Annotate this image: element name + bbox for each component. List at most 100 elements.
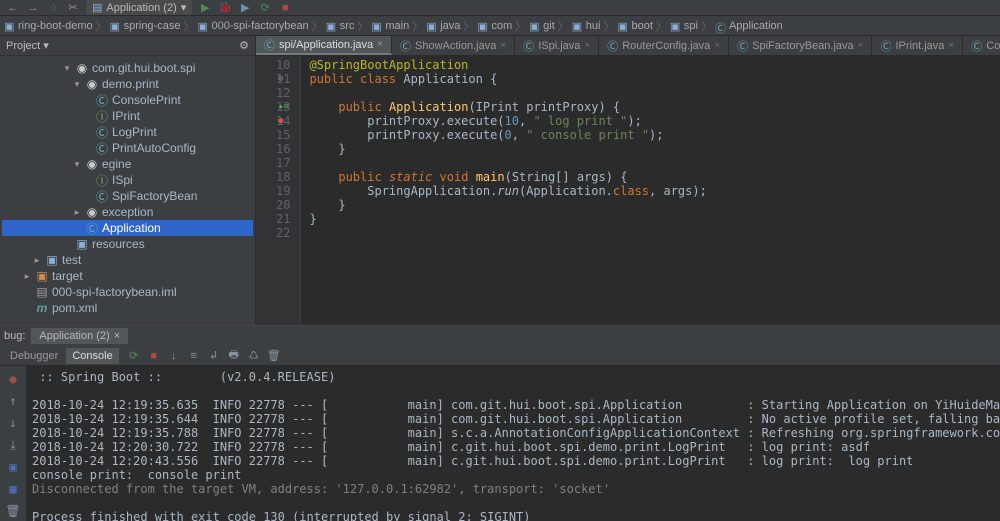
wrap-icon[interactable]: ↲ (207, 349, 221, 363)
bp-icon[interactable]: ● (6, 372, 20, 386)
gutter[interactable]: 1011⊖1213★⊙14●1516171819202122 (256, 56, 301, 325)
line-number[interactable]: 14● (276, 114, 290, 128)
close-icon[interactable]: × (584, 40, 590, 51)
stop-icon[interactable]: ■ (278, 1, 292, 15)
scr-icon[interactable]: ⤓ (6, 438, 20, 452)
debug-run-tab[interactable]: Application (2) × (31, 328, 128, 344)
expand-arrow-icon[interactable]: ▾ (72, 79, 82, 90)
debug-sub-tab[interactable]: Debugger (4, 348, 64, 364)
line-number[interactable]: 10 (276, 58, 290, 72)
breadcrumb-item[interactable]: ▣000-spi-factorybean (197, 20, 308, 32)
tree-row[interactable]: ▾◉com.git.hui.boot.spi (2, 60, 253, 76)
line-number[interactable]: 21 (276, 212, 290, 226)
gutter-mark-icon[interactable]: ★⊙ (278, 100, 289, 114)
tree-row[interactable]: ▣resources (2, 236, 253, 252)
breadcrumb-item[interactable]: ▣spi (670, 20, 698, 32)
tree-row[interactable]: ▸◉exception (2, 204, 253, 220)
editor-tab[interactable]: ⒸConsolePrint.java× (963, 36, 1000, 55)
line-number[interactable]: 17 (276, 156, 290, 170)
up-icon[interactable]: ↑ (6, 394, 20, 408)
tree-label: pom.xml (52, 301, 97, 315)
rerun-icon[interactable]: ⟳ (127, 349, 141, 363)
indent-icon[interactable]: ≡ (187, 349, 201, 363)
rerun-icon[interactable]: ⟳ (258, 1, 272, 15)
down2-icon[interactable]: ↓ (6, 416, 20, 430)
tree-row[interactable]: ⒸConsolePrint (2, 92, 253, 108)
tree-row[interactable]: ⒾIPrint (2, 108, 253, 124)
close-icon[interactable]: × (948, 40, 954, 51)
close-icon[interactable]: × (377, 39, 383, 50)
breadcrumb-item[interactable]: ▣main (371, 20, 409, 32)
console-output[interactable]: :: Spring Boot :: (v2.0.4.RELEASE) 2018-… (26, 366, 1000, 521)
line-number[interactable]: 19 (276, 184, 290, 198)
breadcrumb-item[interactable]: ▣boot (617, 20, 652, 32)
breadcrumb-item[interactable]: ▣ring-boot-demo (4, 20, 93, 32)
editor-tab[interactable]: ⒸISpi.java× (515, 36, 599, 55)
breadcrumb-item[interactable]: ▣git (529, 20, 555, 32)
filter-icon[interactable]: ♺ (247, 349, 261, 363)
tree-row[interactable]: ▤000-spi-factorybean.iml (2, 284, 253, 300)
tree-row[interactable]: ⒸPrintAutoConfig (2, 140, 253, 156)
editor-tab[interactable]: ⒸIPrint.java× (872, 36, 963, 55)
back-icon[interactable]: ← (6, 1, 20, 15)
sel2-icon[interactable]: ▦ (6, 482, 20, 496)
tree-row[interactable]: ▾◉demo.print (2, 76, 253, 92)
line-number[interactable]: 20 (276, 198, 290, 212)
line-number[interactable]: 18 (276, 170, 290, 184)
project-header[interactable]: Project ▾ ⚙ (0, 36, 255, 56)
tree-row[interactable]: ⒸApplication (2, 220, 253, 236)
tree-row[interactable]: ▾◉egine (2, 156, 253, 172)
expand-arrow-icon[interactable]: ▸ (32, 255, 42, 266)
tree-row[interactable]: ▸▣test (2, 252, 253, 268)
tree-label: SpiFactoryBean (112, 189, 197, 203)
trash-icon[interactable]: 🗑 (267, 349, 281, 363)
close-icon[interactable]: × (714, 40, 720, 51)
breadcrumb-item[interactable]: ▣src (326, 20, 355, 32)
gear-icon[interactable]: ⚙ (239, 39, 249, 52)
line-number[interactable]: 11⊖ (276, 72, 290, 86)
breadcrumb-item[interactable]: ▣com (477, 20, 512, 32)
editor-tab[interactable]: ⒸSpiFactoryBean.java× (729, 36, 872, 55)
expand-arrow-icon[interactable]: ▾ (72, 159, 82, 170)
close-icon[interactable]: × (500, 40, 506, 51)
breadcrumb-item[interactable]: ⒸApplication (715, 20, 783, 32)
line-number[interactable]: 12 (276, 86, 290, 100)
tree-row[interactable]: ⒾISpi (2, 172, 253, 188)
expand-arrow-icon[interactable]: ▸ (72, 207, 82, 218)
stop2-icon[interactable]: ■ (147, 349, 161, 363)
sel-icon[interactable]: ▣ (6, 460, 20, 474)
breadcrumb-item[interactable]: ▣java (426, 20, 460, 32)
breadcrumb-item[interactable]: ▣hui (572, 20, 601, 32)
coverage-icon[interactable]: ▶ (238, 1, 252, 15)
expand-arrow-icon[interactable]: ▾ (62, 63, 72, 74)
line-number[interactable]: 22 (276, 226, 290, 240)
tree-row[interactable]: ▸▣target (2, 268, 253, 284)
del-icon[interactable]: 🗑 (6, 504, 20, 518)
tree-row[interactable]: ⒸSpiFactoryBean (2, 188, 253, 204)
db-icon[interactable]: ◌ (46, 1, 60, 15)
gutter-mark-icon[interactable]: ● (278, 114, 283, 128)
debug-icon[interactable]: 🐞 (218, 1, 232, 15)
print-icon[interactable]: 🖶 (227, 349, 241, 363)
gutter-mark-icon[interactable]: ⊖ (278, 72, 283, 86)
close-icon[interactable]: × (114, 330, 120, 342)
tree-row[interactable]: mpom.xml (2, 300, 253, 316)
editor-tab[interactable]: ⒸRouterConfig.java× (599, 36, 729, 55)
cut-icon[interactable]: ✂ (66, 1, 80, 15)
project-tree[interactable]: ▾◉com.git.hui.boot.spi▾◉demo.printⒸConso… (0, 56, 255, 325)
line-number[interactable]: 15 (276, 128, 290, 142)
line-number[interactable]: 16 (276, 142, 290, 156)
down-icon[interactable]: ↓ (167, 349, 181, 363)
breadcrumb-item[interactable]: ▣spring-case (110, 20, 181, 32)
line-number[interactable]: 13★⊙ (276, 100, 290, 114)
forward-icon[interactable]: → (26, 1, 40, 15)
code[interactable]: @SpringBootApplication public class Appl… (301, 56, 714, 325)
debug-sub-tab[interactable]: Console (66, 348, 118, 364)
editor-tab[interactable]: Ⓒspi/Application.java× (256, 36, 392, 55)
run-config-selector[interactable]: ▤ Application (2) ▾ (86, 0, 192, 15)
editor-tab[interactable]: ⒸShowAction.java× (392, 36, 515, 55)
close-icon[interactable]: × (858, 40, 864, 51)
expand-arrow-icon[interactable]: ▸ (22, 271, 32, 282)
run-icon[interactable]: ▶ (198, 1, 212, 15)
tree-row[interactable]: ⒸLogPrint (2, 124, 253, 140)
